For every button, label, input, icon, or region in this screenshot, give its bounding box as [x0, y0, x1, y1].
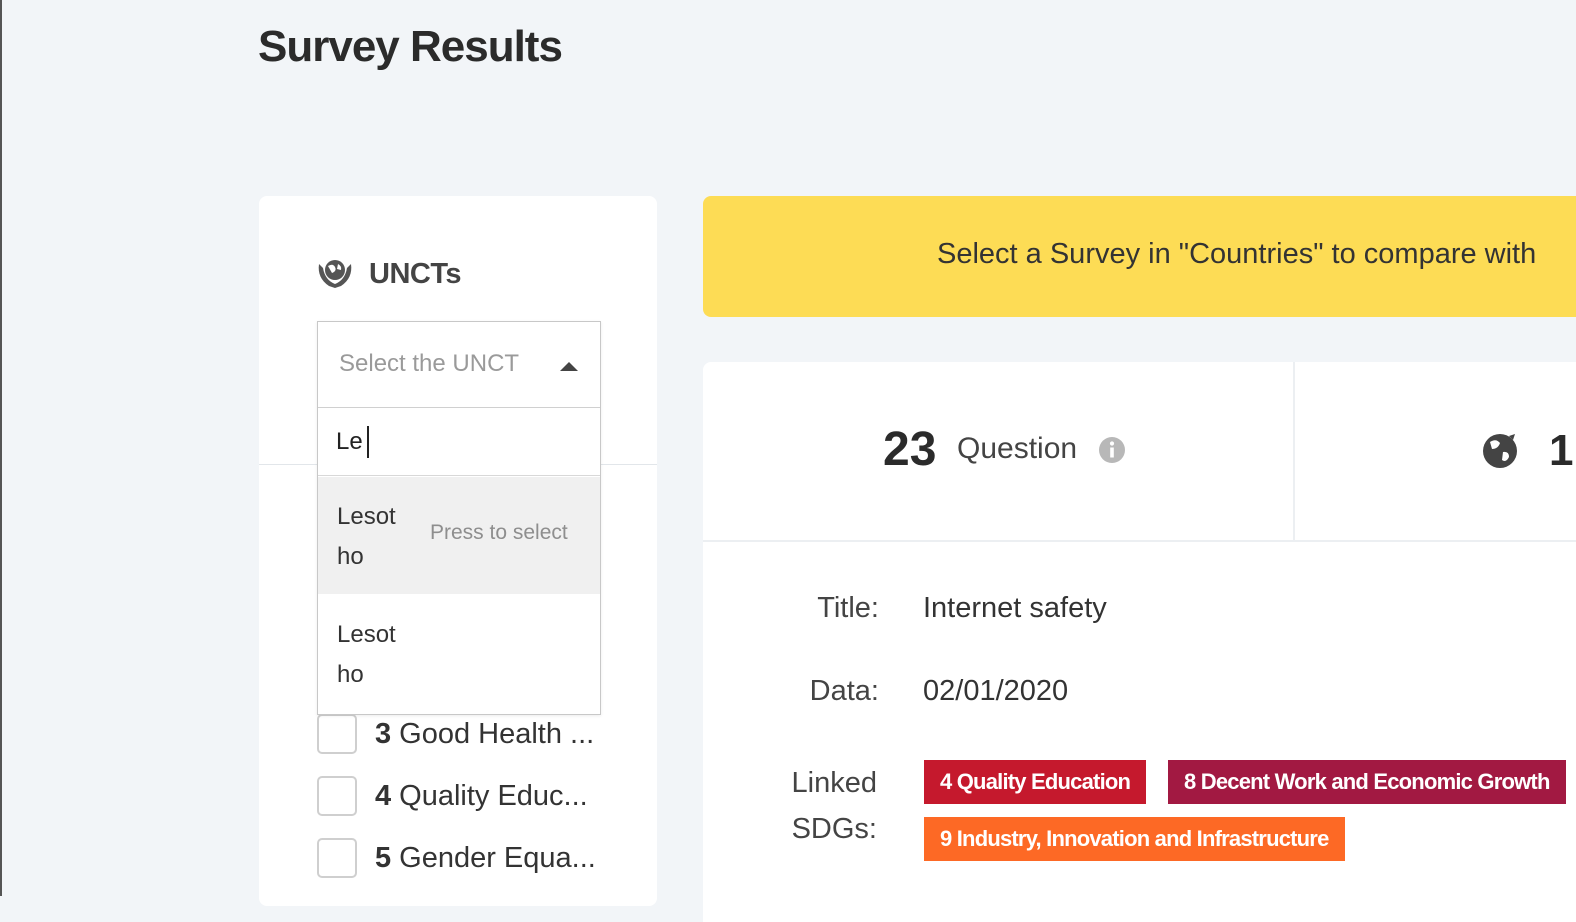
page-title: Survey Results [258, 22, 563, 71]
sdg-name: Good Health ... [399, 717, 595, 750]
sdg-name: Quality Educ... [399, 779, 588, 812]
title-value: Internet safety [923, 592, 1107, 624]
sdg-number: 5 [375, 841, 392, 874]
title-label: Title: [817, 592, 879, 624]
linked-sdgs-label: Linked SDGs: [791, 767, 877, 845]
sdg-number: 4 [375, 779, 392, 812]
date-value: 02/01/2020 [923, 675, 1069, 707]
countries-count: 1 [1549, 426, 1574, 475]
sdg-tag-9[interactable]: 9 Industry, Innovation and Infrastructur… [924, 817, 1345, 861]
window-left-border [0, 0, 2, 896]
sdg-filter-item[interactable]: 4 Quality Educ... [317, 776, 588, 816]
unct-select-dropdown[interactable]: Select the UNCT Lesotho Press to select … [317, 321, 601, 715]
dropdown-option[interactable]: Lesotho [318, 595, 600, 712]
banner-text: Select a Survey in "Countries" to compar… [937, 238, 1537, 270]
option-hint: Press to select [430, 521, 568, 544]
un-hands-globe-icon [318, 260, 352, 288]
sdg-filter-item[interactable]: 3 Good Health ... [317, 714, 594, 754]
select-placeholder: Select the UNCT [339, 350, 520, 377]
sdg-tag-8[interactable]: 8 Decent Work and Economic Growth [1168, 760, 1566, 804]
stat-column-divider [1293, 362, 1295, 540]
option-label: Lesotho [337, 621, 396, 688]
unct-select-control[interactable]: Select the UNCT [318, 322, 600, 408]
question-count: 23 [883, 423, 937, 476]
text-cursor [367, 426, 369, 458]
caret-up-icon[interactable] [560, 362, 578, 371]
sdg-filter-item[interactable]: 5 Gender Equa... [317, 838, 596, 878]
dropdown-option[interactable]: Lesotho Press to select [318, 477, 600, 594]
option-label: Lesotho [337, 503, 396, 570]
compare-banner: Select a Survey in "Countries" to compar… [703, 196, 1576, 317]
sdg-number: 3 [375, 717, 392, 750]
sdg-checkbox[interactable] [317, 714, 357, 754]
info-icon[interactable] [1098, 436, 1126, 464]
unct-search-input[interactable] [318, 408, 600, 476]
survey-card: 23 Question 1 Title: Internet safety Dat… [703, 362, 1576, 922]
globe-icon [1483, 434, 1517, 468]
question-label: Question [957, 432, 1078, 465]
date-label: Data: [809, 675, 879, 707]
stat-row-divider [703, 540, 1576, 542]
sdg-name: Gender Equa... [399, 841, 596, 874]
unct-label: UNCTs [369, 257, 462, 290]
unct-heading: UNCTs [315, 254, 462, 294]
sdg-checkbox[interactable] [317, 776, 357, 816]
sdg-tag-4[interactable]: 4 Quality Education [924, 760, 1147, 804]
sdg-checkbox[interactable] [317, 838, 357, 878]
